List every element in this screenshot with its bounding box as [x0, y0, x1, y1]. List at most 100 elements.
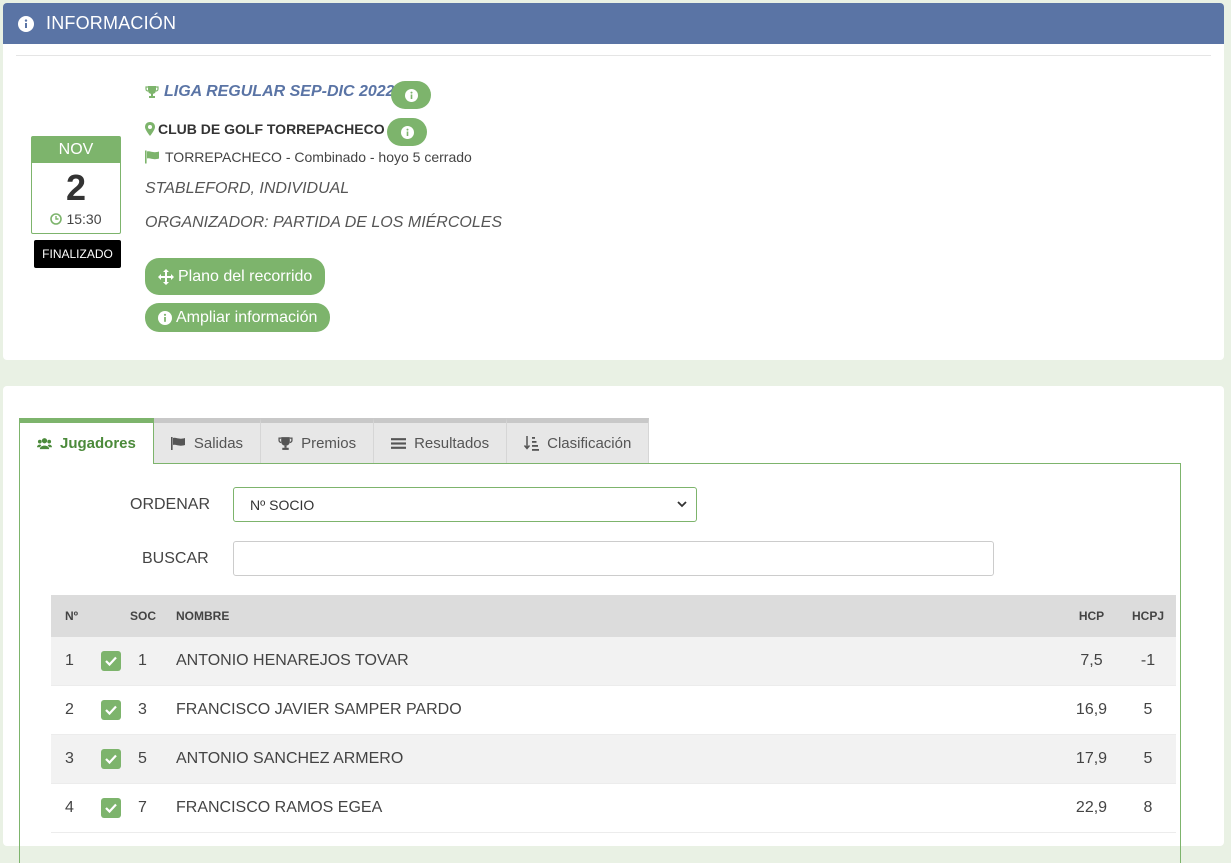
- cell-check: [93, 700, 129, 720]
- format-text: STABLEFORD, INDIVIDUAL: [145, 180, 350, 197]
- cell-hcp: 16,9: [1075, 701, 1108, 718]
- sort-select[interactable]: Nº SOCIO: [233, 487, 697, 522]
- trophy-icon: [145, 86, 159, 98]
- league-link[interactable]: LIGA REGULAR SEP-DIC 2022: [164, 83, 395, 101]
- cell-soc: 7: [138, 799, 147, 816]
- cell-check: [93, 749, 129, 769]
- info-circle-icon: [18, 15, 34, 32]
- checkbox[interactable]: [101, 798, 121, 818]
- table-header: Nº SOC NOMBRE HCP HCPJ: [51, 595, 1176, 637]
- info-panel: INFORMACIÓN NOV 2 15:30 FINALIZADO LIGA …: [3, 3, 1224, 360]
- header-name: NOMBRE: [176, 609, 230, 623]
- league-line: LIGA REGULAR SEP-DIC 2022: [145, 83, 395, 101]
- divider: [16, 55, 1211, 56]
- header-hcpj: HCPJ: [1131, 609, 1164, 623]
- header-soc: SOC: [130, 609, 157, 623]
- time-value: 15:30: [66, 211, 102, 227]
- cell-soc: 1: [138, 652, 147, 669]
- sort-label: ORDENAR: [130, 496, 211, 513]
- tab-label: Salidas: [193, 434, 244, 452]
- cell-hcpj: -1: [1140, 652, 1156, 669]
- more-info-button[interactable]: Ampliar información: [145, 303, 331, 332]
- clock-icon: [50, 213, 63, 225]
- flag-icon: [145, 150, 159, 164]
- list-icon: [391, 437, 407, 449]
- date-day: 2: [65, 167, 87, 208]
- tab-clasificacion[interactable]: Clasificación: [507, 418, 650, 463]
- info-icon: [158, 310, 172, 325]
- flag-icon: [170, 436, 185, 450]
- organizer-text: ORGANIZADOR: PARTIDA DE LOS MIÉRCOLES: [145, 214, 503, 231]
- league-info-button[interactable]: [391, 81, 431, 109]
- search-label: BUSCAR: [142, 550, 209, 567]
- tab-label: Premios: [301, 434, 357, 452]
- chevron-down-icon: [677, 501, 687, 508]
- map-marker-icon: [145, 122, 155, 136]
- sort-icon: [524, 435, 540, 451]
- cell-hcp: 17,9: [1075, 750, 1108, 767]
- checkbox[interactable]: [101, 651, 121, 671]
- cell-name: ANTONIO HENAREJOS TOVAR: [176, 652, 409, 669]
- sort-value: Nº SOCIO: [250, 496, 315, 513]
- course-map-label: Plano del recorrido: [178, 267, 313, 285]
- cell-soc: 5: [138, 750, 147, 767]
- tab-label: Clasificación: [547, 434, 632, 452]
- cell-hcpj: 5: [1143, 750, 1153, 767]
- course-name: TORREPACHECO - Combinado - hoyo 5 cerrad…: [165, 149, 472, 165]
- table-row[interactable]: 4 7 FRANCISCO RAMOS EGEA 22,9 8: [51, 784, 1176, 833]
- check-icon: [105, 754, 117, 765]
- tab-salidas[interactable]: Salidas: [153, 418, 262, 463]
- cell-no: 1: [65, 652, 74, 669]
- cell-no: 4: [65, 799, 74, 816]
- club-line: CLUB DE GOLF TORREPACHECO: [145, 121, 385, 137]
- users-icon: [37, 438, 52, 450]
- club-info-button[interactable]: [387, 118, 427, 146]
- more-info-label: Ampliar información: [176, 308, 318, 326]
- check-icon: [105, 803, 117, 814]
- trophy-icon: [278, 436, 293, 450]
- info-icon: [404, 88, 418, 102]
- table-row[interactable]: 1 1 ANTONIO HENAREJOS TOVAR 7,5 -1: [51, 637, 1176, 686]
- cell-hcpj: 8: [1143, 799, 1153, 816]
- club-name: CLUB DE GOLF TORREPACHECO: [158, 121, 385, 137]
- tab-label: Jugadores: [60, 435, 136, 452]
- players-table: Nº SOC NOMBRE HCP HCPJ 1 1 ANTONIO HENAR…: [51, 595, 1176, 833]
- tab-bar: Jugadores Salidas Premios Resultados Cla…: [19, 418, 650, 464]
- players-panel: Jugadores Salidas Premios Resultados Cla…: [3, 386, 1224, 863]
- info-icon: [400, 125, 414, 139]
- info-header: INFORMACIÓN: [3, 3, 1224, 44]
- check-icon: [105, 656, 117, 667]
- status-badge: FINALIZADO: [34, 240, 121, 268]
- tab-content: ORDENAR Nº SOCIO BUSCAR Nº SOC NOMBRE HC…: [19, 463, 1181, 863]
- date-time: 15:30: [32, 211, 120, 227]
- search-input[interactable]: [233, 541, 994, 576]
- checkbox[interactable]: [101, 700, 121, 720]
- checkbox[interactable]: [101, 749, 121, 769]
- header-no: Nº: [65, 609, 79, 623]
- cell-hcp: 7,5: [1080, 652, 1103, 669]
- cell-no: 3: [65, 750, 74, 767]
- cell-no: 2: [65, 701, 74, 718]
- cell-name: FRANCISCO JAVIER SAMPER PARDO: [176, 701, 462, 718]
- cell-hcp: 22,9: [1075, 799, 1108, 816]
- tab-premios[interactable]: Premios: [261, 418, 375, 463]
- check-icon: [105, 705, 117, 716]
- cell-name: FRANCISCO RAMOS EGEA: [176, 799, 383, 816]
- course-line: TORREPACHECO - Combinado - hoyo 5 cerrad…: [145, 149, 472, 165]
- date-box: NOV 2 15:30: [31, 136, 121, 234]
- date-month: NOV: [32, 137, 120, 163]
- cell-check: [93, 798, 129, 818]
- tab-jugadores[interactable]: Jugadores: [19, 418, 154, 464]
- tab-label: Resultados: [414, 434, 490, 452]
- table-row[interactable]: 3 5 ANTONIO SANCHEZ ARMERO 17,9 5: [51, 735, 1176, 784]
- course-map-button[interactable]: Plano del recorrido: [145, 258, 326, 295]
- info-title: INFORMACIÓN: [46, 13, 177, 33]
- move-arrows-icon: [158, 268, 174, 285]
- table-row[interactable]: 2 3 FRANCISCO JAVIER SAMPER PARDO 16,9 5: [51, 686, 1176, 735]
- tab-resultados[interactable]: Resultados: [374, 418, 508, 463]
- cell-name: ANTONIO SANCHEZ ARMERO: [176, 750, 404, 767]
- header-hcp: HCP: [1078, 609, 1105, 623]
- cell-hcpj: 5: [1143, 701, 1153, 718]
- cell-check: [93, 651, 129, 671]
- cell-soc: 3: [138, 701, 147, 718]
